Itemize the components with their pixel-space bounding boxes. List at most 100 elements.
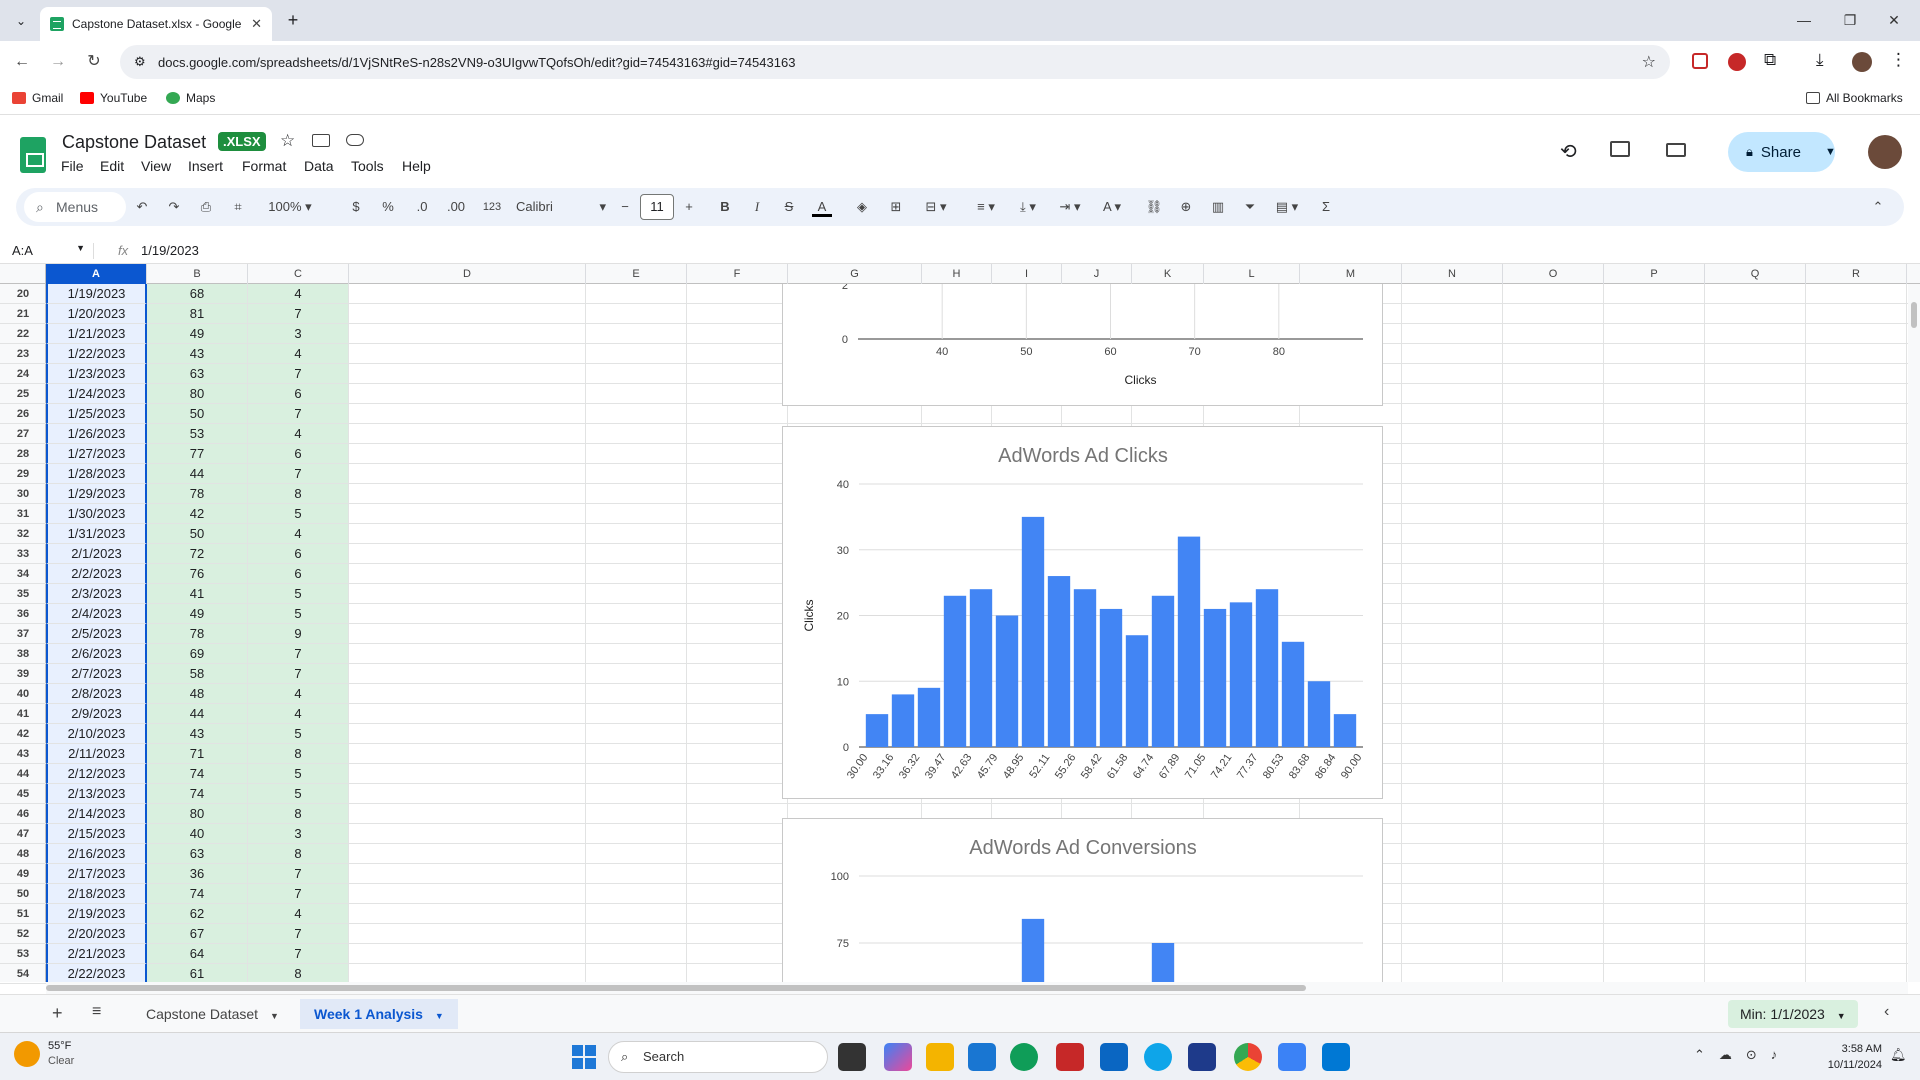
cell-b[interactable]: 41 — [147, 584, 248, 604]
app-icon[interactable] — [1144, 1043, 1172, 1071]
row-header[interactable]: 47 — [0, 824, 46, 844]
cell-c[interactable]: 5 — [248, 784, 349, 804]
cell-b[interactable]: 64 — [147, 944, 248, 964]
column-header-h[interactable]: H — [922, 264, 992, 284]
clock[interactable]: 3:58 AM 10/11/2024 — [1810, 1041, 1882, 1073]
cell-a[interactable]: 2/7/2023 — [46, 664, 147, 684]
cell-c[interactable]: 5 — [248, 584, 349, 604]
filter-icon[interactable]: ⏷ — [1240, 197, 1260, 217]
row-header[interactable]: 50 — [0, 884, 46, 904]
close-tab-icon[interactable]: ✕ — [251, 16, 262, 32]
row-header[interactable]: 33 — [0, 544, 46, 564]
cell-b[interactable]: 76 — [147, 564, 248, 584]
italic-icon[interactable]: I — [748, 197, 766, 217]
chrome-icon[interactable] — [1234, 1043, 1262, 1071]
tab-dropdown-icon[interactable]: ▼ — [435, 1011, 444, 1021]
cell-a[interactable]: 2/22/2023 — [46, 964, 147, 982]
cell-a[interactable]: 2/9/2023 — [46, 704, 147, 724]
minimize-icon[interactable]: — — [1790, 8, 1818, 32]
profile-avatar-icon[interactable] — [1852, 52, 1872, 72]
cell-c[interactable]: 7 — [248, 924, 349, 944]
column-header-j[interactable]: J — [1062, 264, 1132, 284]
row-header[interactable]: 22 — [0, 324, 46, 344]
cell-b[interactable]: 50 — [147, 404, 248, 424]
cell-a[interactable]: 2/15/2023 — [46, 824, 147, 844]
account-avatar[interactable] — [1868, 135, 1902, 169]
cell-a[interactable]: 2/13/2023 — [46, 784, 147, 804]
cell-a[interactable]: 1/26/2023 — [46, 424, 147, 444]
cell-a[interactable]: 1/22/2023 — [46, 344, 147, 364]
cell-c[interactable]: 4 — [248, 904, 349, 924]
menu-edit[interactable]: Edit — [100, 158, 124, 174]
row-header[interactable]: 45 — [0, 784, 46, 804]
menu-tools[interactable]: Tools — [351, 158, 384, 174]
extensions-puzzle-icon[interactable]: ⧉ — [1764, 50, 1776, 70]
cell-a[interactable]: 2/19/2023 — [46, 904, 147, 924]
formula-input[interactable]: 1/19/2023 — [141, 243, 199, 258]
vertical-scrollbar[interactable] — [1908, 284, 1920, 982]
cell-a[interactable]: 2/10/2023 — [46, 724, 147, 744]
cell-b[interactable]: 74 — [147, 884, 248, 904]
cell-c[interactable]: 6 — [248, 444, 349, 464]
cell-c[interactable]: 7 — [248, 884, 349, 904]
menu-format[interactable]: Format — [242, 158, 286, 174]
cell-c[interactable]: 6 — [248, 384, 349, 404]
cell-b[interactable]: 78 — [147, 484, 248, 504]
sheet-tab-week-1-analysis[interactable]: Week 1 Analysis ▼ — [300, 999, 458, 1029]
row-header[interactable]: 27 — [0, 424, 46, 444]
cell-a[interactable]: 2/18/2023 — [46, 884, 147, 904]
cell-a[interactable]: 1/23/2023 — [46, 364, 147, 384]
cell-a[interactable]: 2/8/2023 — [46, 684, 147, 704]
row-header[interactable]: 51 — [0, 904, 46, 924]
functions-icon[interactable]: Σ — [1316, 197, 1336, 217]
sheet-tab-capstone-dataset[interactable]: Capstone Dataset ▼ — [132, 999, 293, 1029]
percent-format[interactable]: % — [378, 197, 398, 217]
vscode-icon[interactable] — [1322, 1043, 1350, 1071]
cell-c[interactable]: 3 — [248, 324, 349, 344]
increase-font-icon[interactable]: + — [682, 197, 696, 217]
cell-a[interactable]: 2/6/2023 — [46, 644, 147, 664]
cell-b[interactable]: 81 — [147, 304, 248, 324]
name-box[interactable]: A:A ▼ — [12, 243, 94, 259]
merge-cells-icon[interactable]: ⊟ ▾ — [918, 197, 954, 217]
cell-b[interactable]: 43 — [147, 724, 248, 744]
row-header[interactable]: 39 — [0, 664, 46, 684]
edge-icon[interactable] — [1010, 1043, 1038, 1071]
side-panel-toggle-icon[interactable]: ‹ — [1884, 1003, 1889, 1021]
task-view-icon[interactable] — [838, 1043, 866, 1071]
select-all-corner[interactable] — [0, 264, 46, 284]
cell-c[interactable]: 4 — [248, 704, 349, 724]
meet-icon[interactable] — [1666, 143, 1686, 157]
cell-c[interactable]: 4 — [248, 284, 349, 304]
number-format[interactable]: 123 — [478, 197, 506, 217]
cell-a[interactable]: 2/2/2023 — [46, 564, 147, 584]
sheets-logo-icon[interactable] — [20, 137, 46, 173]
menu-insert[interactable]: Insert — [188, 158, 223, 174]
column-header-b[interactable]: B — [147, 264, 248, 284]
undo-icon[interactable]: ↶ — [132, 197, 152, 217]
cell-c[interactable]: 5 — [248, 764, 349, 784]
cell-c[interactable]: 7 — [248, 404, 349, 424]
row-header[interactable]: 24 — [0, 364, 46, 384]
add-sheet-icon[interactable]: + — [52, 1003, 63, 1024]
chart-clicks-scatter[interactable]: 40 50 60 70 80 2 0 Clicks — [782, 284, 1383, 406]
cell-a[interactable]: 2/12/2023 — [46, 764, 147, 784]
cell-c[interactable]: 7 — [248, 644, 349, 664]
row-header[interactable]: 29 — [0, 464, 46, 484]
cell-b[interactable]: 44 — [147, 704, 248, 724]
forward-icon[interactable]: → — [46, 50, 70, 74]
strikethrough-icon[interactable]: S — [780, 197, 798, 217]
row-header[interactable]: 30 — [0, 484, 46, 504]
cell-b[interactable]: 49 — [147, 604, 248, 624]
share-dropdown-icon[interactable]: ▼ — [1825, 146, 1836, 158]
cell-b[interactable]: 36 — [147, 864, 248, 884]
cell-c[interactable]: 6 — [248, 544, 349, 564]
move-folder-icon[interactable] — [312, 134, 330, 147]
cell-b[interactable]: 40 — [147, 824, 248, 844]
row-header[interactable]: 38 — [0, 644, 46, 664]
font-size-input[interactable]: 11 — [640, 194, 674, 220]
column-header-q[interactable]: Q — [1705, 264, 1806, 284]
row-header[interactable]: 35 — [0, 584, 46, 604]
cell-a[interactable]: 1/30/2023 — [46, 504, 147, 524]
cell-a[interactable]: 1/29/2023 — [46, 484, 147, 504]
